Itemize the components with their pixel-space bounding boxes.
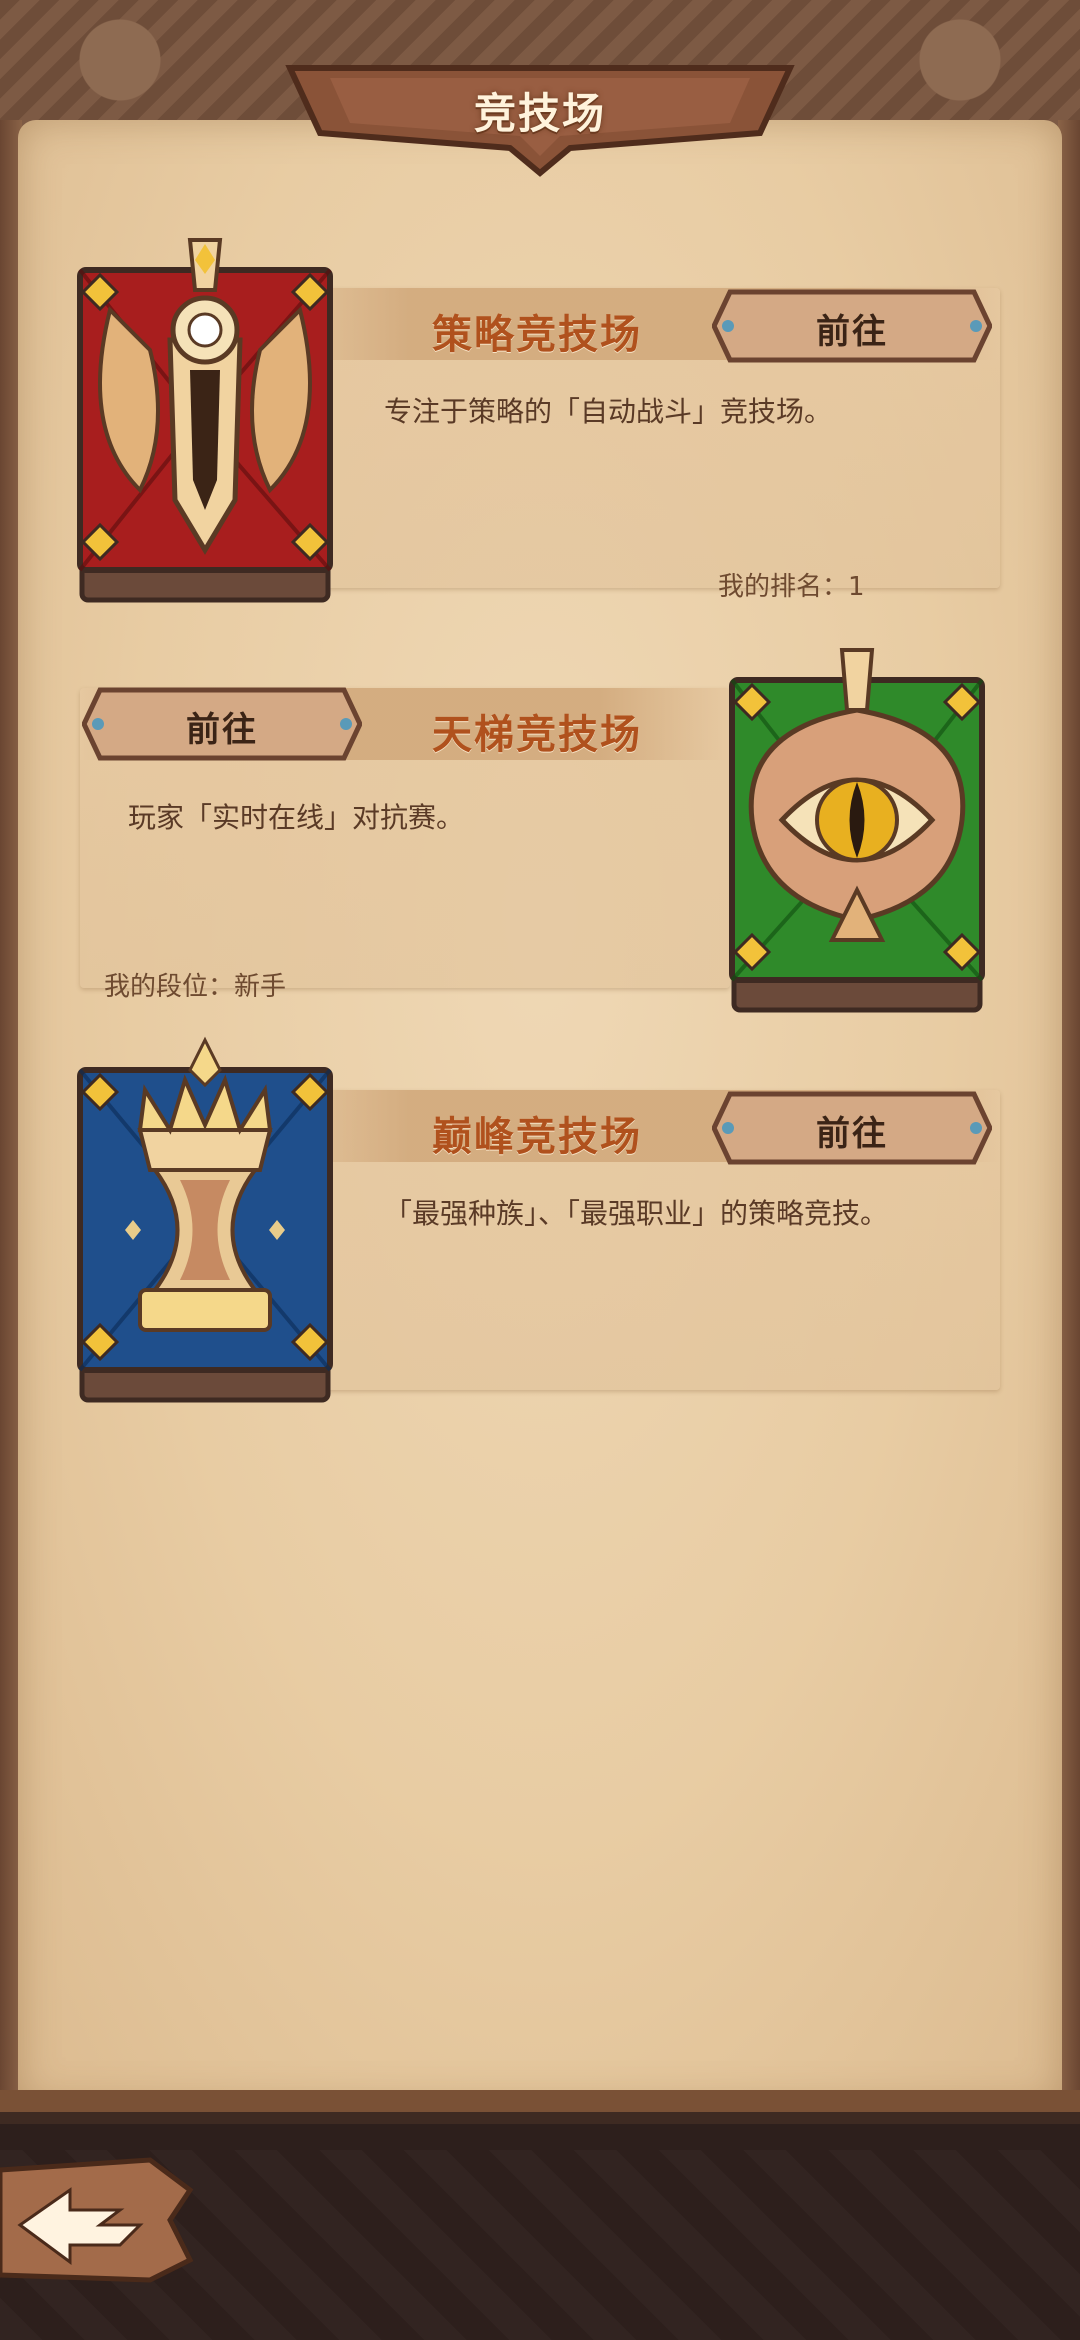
sword-crest-icon[interactable] xyxy=(70,230,340,610)
arena-rank: 我的段位：新手 xyxy=(104,972,287,1002)
title-banner: 竞技场 xyxy=(270,38,810,188)
arena-card-strategy: 策略竞技场 前往 专注于策略的「自动战斗」竞技场。 我的排名：1 xyxy=(0,230,1080,630)
arena-card-peak: 巅峰竞技场 前往 「最强种族」、「最强职业」的策略竞技。 xyxy=(0,1030,1080,1430)
eye-crest-icon[interactable] xyxy=(722,640,992,1020)
go-button[interactable]: 前往 xyxy=(82,686,362,762)
arena-card-ladder: 天梯竞技场 前往 玩家「实时在线」对抗赛。 我的段位：新手 xyxy=(0,640,1080,1040)
arena-description: 「最强种族」、「最强职业」的策略竞技。 xyxy=(384,1197,889,1230)
arena-title: 巅峰竞技场 xyxy=(432,1114,642,1160)
arena-description: 专注于策略的「自动战斗」竞技场。 xyxy=(384,395,833,428)
arena-rank: 我的排名：1 xyxy=(718,572,865,602)
arena-description: 玩家「实时在线」对抗赛。 xyxy=(128,801,465,834)
back-arrow-icon[interactable] xyxy=(0,2150,200,2290)
chalice-crest-icon[interactable] xyxy=(70,1030,340,1410)
go-button[interactable]: 前往 xyxy=(712,288,992,364)
page-title: 竞技场 xyxy=(473,89,606,138)
arena-title: 策略竞技场 xyxy=(432,312,642,358)
arena-title: 天梯竞技场 xyxy=(432,712,642,758)
go-button[interactable]: 前往 xyxy=(712,1090,992,1166)
